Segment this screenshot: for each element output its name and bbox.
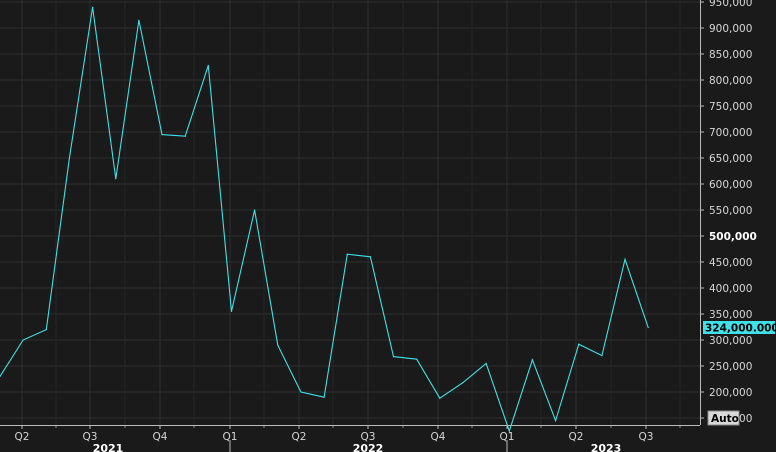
last-value-tag: 324,000.000: [703, 321, 776, 335]
data-point: [647, 326, 649, 329]
x-axis: Q2 Q3 Q4 Q1 Q2 Q3 Q4 Q1 Q2 Q32021 2022 2023: [0, 425, 700, 452]
y-tick-label: 850,000: [709, 49, 752, 61]
y-tick-label: 800,000: [709, 75, 752, 87]
y-tick-label: 350,000: [709, 309, 752, 321]
auto-scale-button[interactable]: Auto: [707, 410, 740, 426]
year-label: 2021: [93, 442, 124, 452]
last-value-label: 324,000.000: [705, 323, 776, 335]
data-point: [346, 253, 348, 255]
y-tick-label: 900,000: [709, 23, 752, 35]
plot-background: [0, 0, 700, 425]
data-point: [22, 339, 24, 341]
y-axis: 150,000200,000250,000300,000350,000400,0…: [700, 0, 757, 425]
data-point: [392, 356, 395, 358]
y-tick-label: 450,000: [709, 257, 752, 269]
y-tick-label: 400,000: [709, 283, 752, 295]
y-tick-label: 750,000: [709, 101, 752, 113]
y-tick-label: 300,000: [709, 335, 752, 347]
x-tick-label: Q2: [569, 431, 584, 443]
y-tick-label: 500,000: [709, 231, 757, 243]
data-point: [439, 397, 441, 399]
y-tick-label: 950,000: [709, 0, 752, 9]
data-point: [92, 6, 94, 8]
auto-scale-button-label: Auto: [711, 413, 739, 425]
year-label: 2023: [591, 442, 622, 452]
data-point: [578, 343, 580, 345]
x-tick-label: Q2: [15, 431, 30, 443]
data-point: [230, 310, 233, 312]
y-tick-label: 250,000: [709, 361, 752, 373]
data-point: [462, 382, 464, 384]
chart: Q2Q3Q4Q1Q2Q3Q4Q1Q2Q3202120222023 150,000…: [0, 0, 776, 452]
data-point: [485, 362, 487, 364]
data-point: [207, 64, 209, 67]
x-tick-label: Q2: [292, 431, 307, 443]
x-tick-label: Q4: [431, 431, 446, 443]
data-point: [277, 344, 279, 346]
data-point: [184, 135, 186, 137]
data-point: [601, 355, 603, 357]
y-tick-label: 650,000: [709, 153, 752, 165]
data-point: [300, 391, 302, 393]
data-point: [555, 420, 557, 422]
data-point: [416, 358, 418, 360]
data-point: [45, 329, 47, 331]
data-point: [138, 19, 140, 21]
data-point: [531, 359, 534, 361]
y-tick-label: 550,000: [709, 205, 752, 217]
data-point: [254, 209, 256, 211]
data-point: [68, 157, 71, 159]
data-point: [323, 396, 325, 398]
data-point: [508, 430, 510, 432]
data-point: [369, 256, 371, 258]
data-point: [624, 258, 626, 260]
data-point: [115, 178, 117, 180]
y-tick-label: 700,000: [709, 127, 752, 139]
x-tick-label: Q3: [639, 431, 654, 443]
year-label: 2022: [353, 442, 384, 452]
x-tick-label: Q4: [153, 431, 168, 443]
y-tick-label: 600,000: [709, 179, 752, 191]
data-point: [161, 134, 163, 136]
y-tick-label: 200,000: [709, 387, 752, 399]
